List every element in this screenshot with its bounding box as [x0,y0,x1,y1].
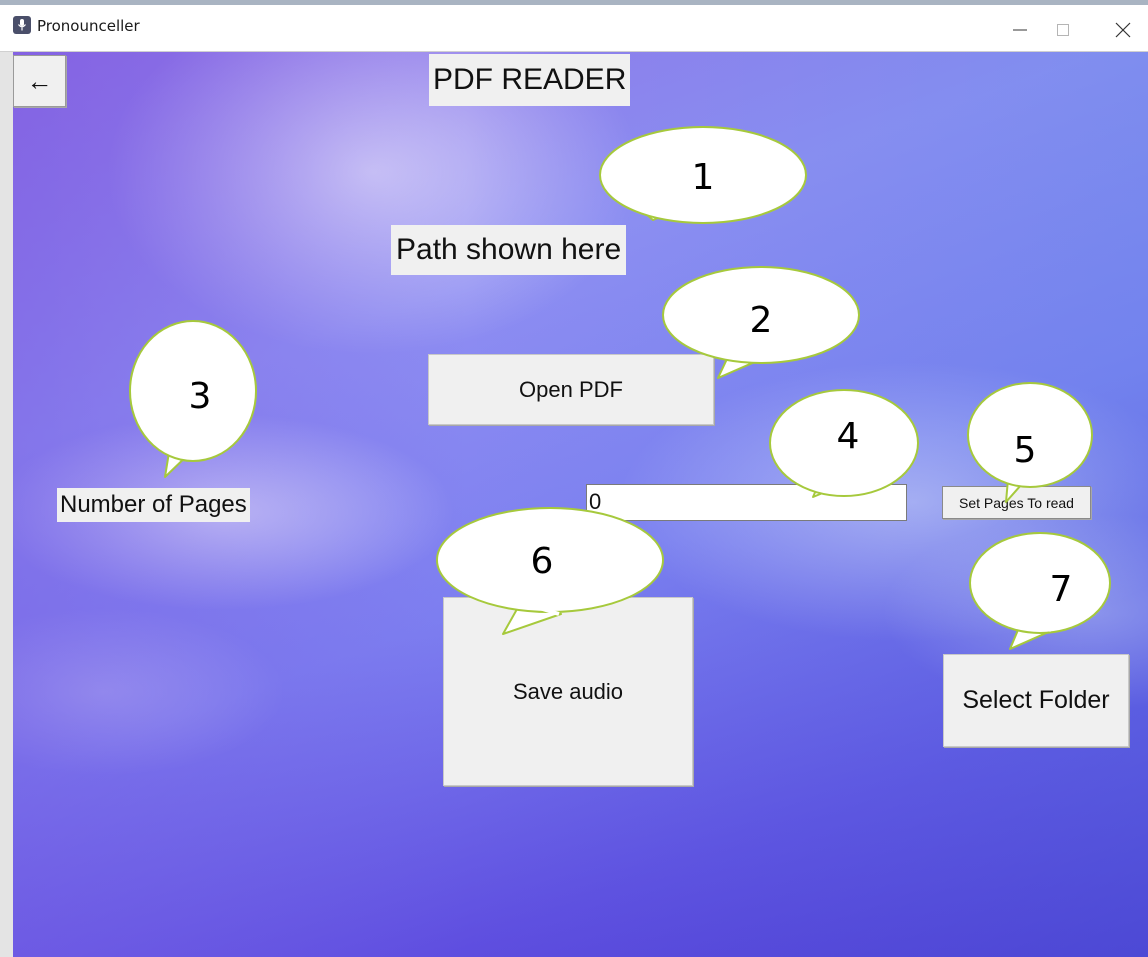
window-title: Pronounceller [37,17,140,35]
select-folder-button[interactable]: Select Folder [943,654,1129,747]
pages-input[interactable]: 0 [586,484,907,521]
callout-3-number: 3 [189,376,212,417]
set-pages-button[interactable]: Set Pages To read [942,486,1091,519]
callout-4: 4 [769,389,919,498]
callout-6-number: 6 [531,541,554,582]
callout-2-number: 2 [750,300,773,341]
save-audio-button[interactable]: Save audio [443,597,693,786]
callout-7-number: 7 [1050,569,1073,610]
microphone-app-icon [13,16,31,34]
callout-7: 7 [969,532,1111,650]
minimize-button[interactable] [997,10,1043,50]
path-label: Path shown here [391,225,627,275]
title-bar[interactable]: Pronounceller [0,5,1148,52]
open-pdf-button[interactable]: Open PDF [428,354,714,425]
save-audio-label: Save audio [512,678,624,704]
callout-5: 5 [967,382,1093,503]
select-folder-label: Select Folder [962,686,1110,714]
number-of-pages-label: Number of Pages [57,488,250,522]
callout-5-number: 5 [1014,430,1037,471]
maximize-button[interactable] [1040,10,1086,50]
open-pdf-label: Open PDF [519,376,623,402]
back-button[interactable]: ← [13,55,66,107]
close-button[interactable] [1100,10,1146,50]
callout-4-number: 4 [837,416,860,457]
main-canvas: ← PDF READER Path shown here Number of P… [13,52,1148,957]
callout-3: 3 [129,320,257,478]
back-arrow-icon: ← [26,65,53,96]
window-left-edge [0,52,13,957]
callout-1: 1 [599,126,807,224]
close-icon [1115,22,1131,38]
app-window: Pronounceller ← PDF READER Path shown he… [0,0,1148,957]
maximize-icon [1057,24,1069,36]
minimize-icon [1013,29,1027,31]
set-pages-label: Set Pages To read [959,494,1074,511]
page-title: PDF READER [429,54,631,106]
callout-1-number: 1 [692,157,715,198]
